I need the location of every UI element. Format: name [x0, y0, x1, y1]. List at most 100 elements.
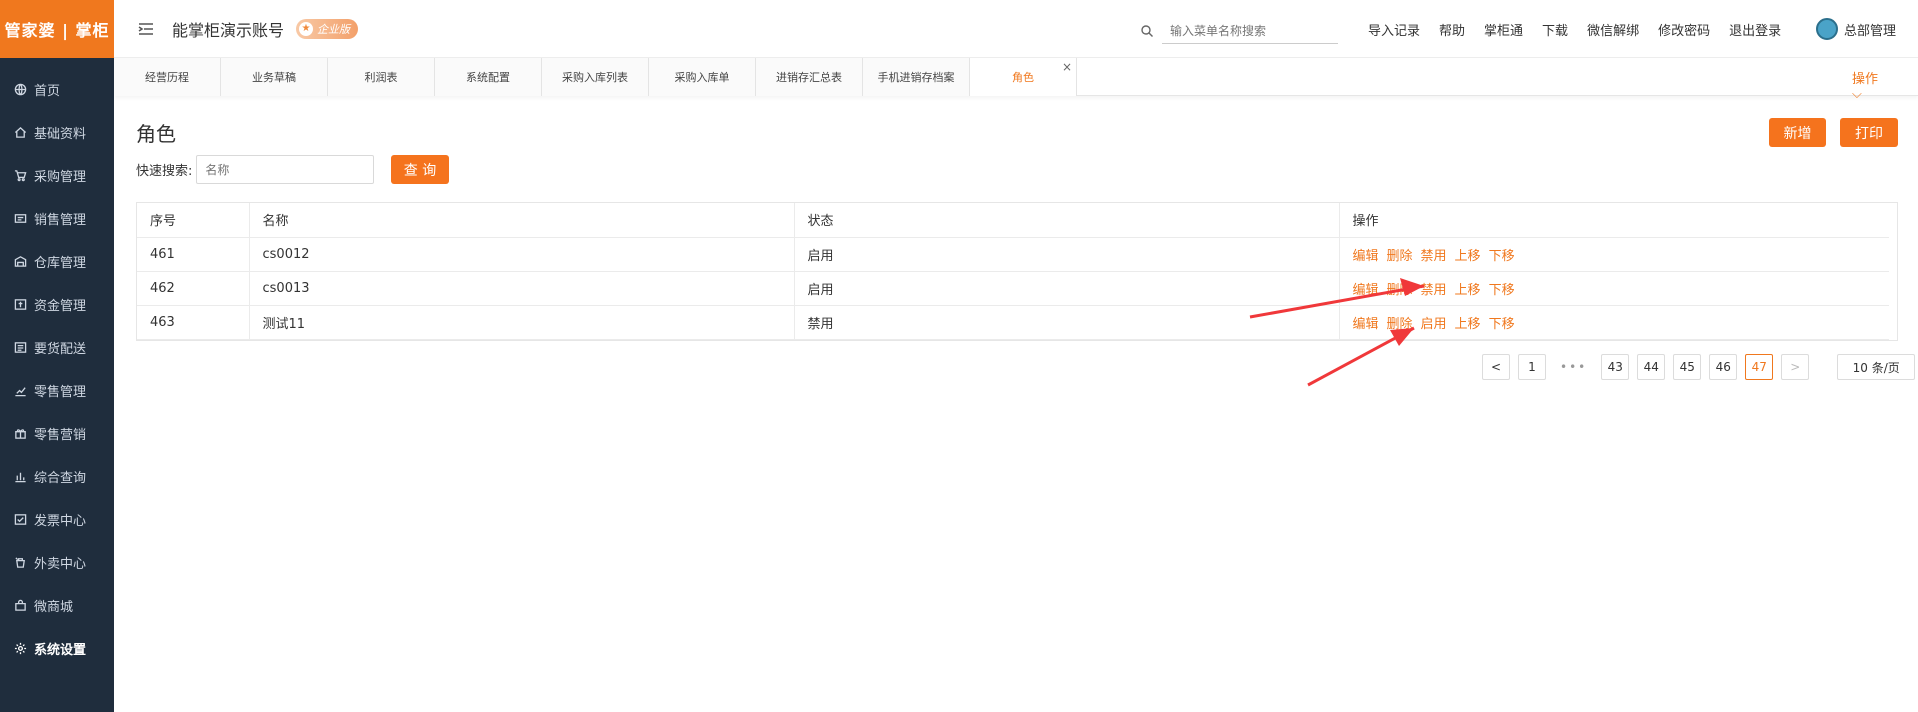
tab-label: 系统配置 — [466, 71, 510, 84]
user-menu[interactable]: 总部管理 — [1815, 0, 1896, 58]
menu-toggle-icon[interactable] — [136, 19, 156, 39]
menu-search-input[interactable] — [1162, 18, 1338, 44]
tab-label: 采购入库列表 — [562, 71, 628, 84]
tab[interactable]: 经营历程 — [114, 58, 221, 96]
sidebar-item[interactable]: 零售管理 — [0, 369, 114, 412]
table-header-row: 序号 名称 状态 操作 — [137, 203, 1889, 238]
tab[interactable]: 系统配置 — [435, 58, 542, 96]
sidebar-item[interactable]: 销售管理 — [0, 197, 114, 240]
account-title: 能掌柜演示账号 — [172, 20, 285, 40]
table-row: 461 cs0012 启用 编辑 删除 禁用 上移 下移 — [137, 237, 1889, 272]
row-action-link[interactable]: 上移 — [1455, 283, 1481, 298]
row-action-link[interactable]: 下移 — [1489, 283, 1515, 298]
query-button[interactable]: 查 询 — [391, 155, 449, 184]
sidebar-item[interactable]: 仓库管理 — [0, 240, 114, 283]
brand-logo[interactable]: 管家婆 | 掌柜 — [0, 0, 114, 58]
tab-label: 进销存汇总表 — [776, 71, 842, 84]
page-button[interactable]: 45 — [1673, 354, 1702, 380]
page-button[interactable]: 1 — [1518, 354, 1546, 380]
top-link[interactable]: 导入记录 — [1368, 20, 1420, 39]
row-action-link[interactable]: 禁用 — [1421, 249, 1447, 264]
home-icon — [12, 125, 28, 141]
sidebar-item[interactable]: 资金管理 — [0, 283, 114, 326]
sidebar-item-label: 微商城 — [34, 600, 74, 615]
sidebar-item-label: 基础资料 — [34, 127, 87, 142]
prev-page-button[interactable]: < — [1482, 354, 1510, 380]
gear-icon — [12, 641, 28, 657]
sidebar-item-label: 发票中心 — [34, 514, 87, 529]
sidebar-item[interactable]: 微商城 — [0, 584, 114, 627]
tab[interactable]: 业务草稿 — [221, 58, 328, 96]
row-action-link[interactable]: 编辑 — [1353, 249, 1379, 264]
tab[interactable]: 角色 × — [970, 58, 1077, 96]
cart-icon — [12, 168, 28, 184]
top-link[interactable]: 退出登录 — [1729, 20, 1781, 39]
delivery-icon — [12, 340, 28, 356]
tab-ops-label: 操作 — [1852, 72, 1879, 87]
sidebar-item[interactable]: 零售营销 — [0, 412, 114, 455]
row-action-link[interactable]: 删除 — [1387, 249, 1413, 264]
print-button[interactable]: 打印 — [1840, 118, 1898, 147]
sidebar-nav: 首页基础资料采购管理 销售管理 仓库管理资金管理要货配送 零售管理 零售营销综合查询发票… — [0, 58, 114, 670]
row-action-link[interactable]: 下移 — [1489, 249, 1515, 264]
sidebar-item[interactable]: 系统设置 — [0, 627, 114, 670]
cell-name: cs0012 — [249, 237, 795, 272]
page-size-select[interactable]: 10 条/页 — [1837, 354, 1916, 380]
row-action-link[interactable]: 上移 — [1455, 317, 1481, 332]
tab[interactable]: 采购入库列表 — [542, 58, 649, 96]
row-action-link[interactable]: 删除 — [1387, 283, 1413, 298]
tab-label: 角色 — [1012, 71, 1034, 84]
bar-chart-icon — [12, 469, 28, 485]
row-action-link[interactable]: 删除 — [1387, 317, 1413, 332]
sidebar-item-label: 综合查询 — [34, 471, 87, 486]
tab[interactable]: 进销存汇总表 — [756, 58, 863, 96]
tab[interactable]: 采购入库单 — [649, 58, 756, 96]
name-search-input[interactable] — [196, 155, 375, 184]
pagination-ellipsis[interactable]: ••• — [1560, 360, 1587, 374]
col-header-name: 名称 — [249, 203, 795, 238]
row-action-link[interactable]: 编辑 — [1353, 317, 1379, 332]
sidebar-item-label: 资金管理 — [34, 299, 87, 314]
close-icon[interactable]: × — [1062, 60, 1072, 74]
register-icon — [12, 211, 28, 227]
cell-ops: 编辑 删除 禁用 上移 下移 — [1339, 271, 1889, 306]
page-button[interactable]: 44 — [1637, 354, 1666, 380]
sidebar-item[interactable]: 要货配送 — [0, 326, 114, 369]
row-action-link[interactable]: 启用 — [1421, 317, 1447, 332]
sidebar-item[interactable]: 外卖中心 — [0, 541, 114, 584]
sidebar-item[interactable]: 发票中心 — [0, 498, 114, 541]
row-action-link[interactable]: 上移 — [1455, 249, 1481, 264]
tab-label: 利润表 — [364, 71, 398, 84]
menu-search — [1140, 18, 1338, 44]
tab[interactable]: 利润表 — [328, 58, 435, 96]
sidebar-item[interactable]: 采购管理 — [0, 154, 114, 197]
invoice-icon — [12, 512, 28, 528]
cell-no: 461 — [137, 237, 250, 272]
top-link[interactable]: 修改密码 — [1658, 20, 1710, 39]
chart-icon — [12, 383, 28, 399]
row-action-link[interactable]: 编辑 — [1353, 283, 1379, 298]
row-action-link[interactable]: 禁用 — [1421, 283, 1447, 298]
sidebar-item[interactable]: 基础资料 — [0, 111, 114, 154]
top-link[interactable]: 掌柜通 — [1484, 20, 1523, 39]
sidebar-item[interactable]: 综合查询 — [0, 455, 114, 498]
cell-no: 463 — [137, 305, 250, 340]
top-link[interactable]: 帮助 — [1439, 20, 1465, 39]
cell-state: 启用 — [794, 237, 1340, 272]
page-button[interactable]: 43 — [1601, 354, 1630, 380]
sidebar-item[interactable]: 首页 — [0, 68, 114, 111]
cell-ops: 编辑 删除 启用 上移 下移 — [1339, 305, 1889, 340]
add-button[interactable]: 新增 — [1769, 118, 1826, 147]
page-button[interactable]: 46 — [1709, 354, 1738, 380]
tab-label: 采购入库单 — [674, 71, 730, 84]
main-content: 角色 新增 打印 快速搜索: 查 询 序号 名称 状态 操作 461cs0012… — [114, 96, 1918, 712]
tab[interactable]: 手机进销存档案 — [863, 58, 970, 96]
top-link[interactable]: 下载 — [1542, 20, 1568, 39]
page-button[interactable]: 47 — [1745, 354, 1774, 380]
tab-label: 手机进销存档案 — [877, 71, 955, 84]
shop-icon — [12, 598, 28, 614]
col-header-ops: 操作 — [1339, 203, 1889, 238]
next-page-button[interactable]: > — [1781, 354, 1810, 380]
row-action-link[interactable]: 下移 — [1489, 317, 1515, 332]
top-link[interactable]: 微信解绑 — [1587, 20, 1639, 39]
